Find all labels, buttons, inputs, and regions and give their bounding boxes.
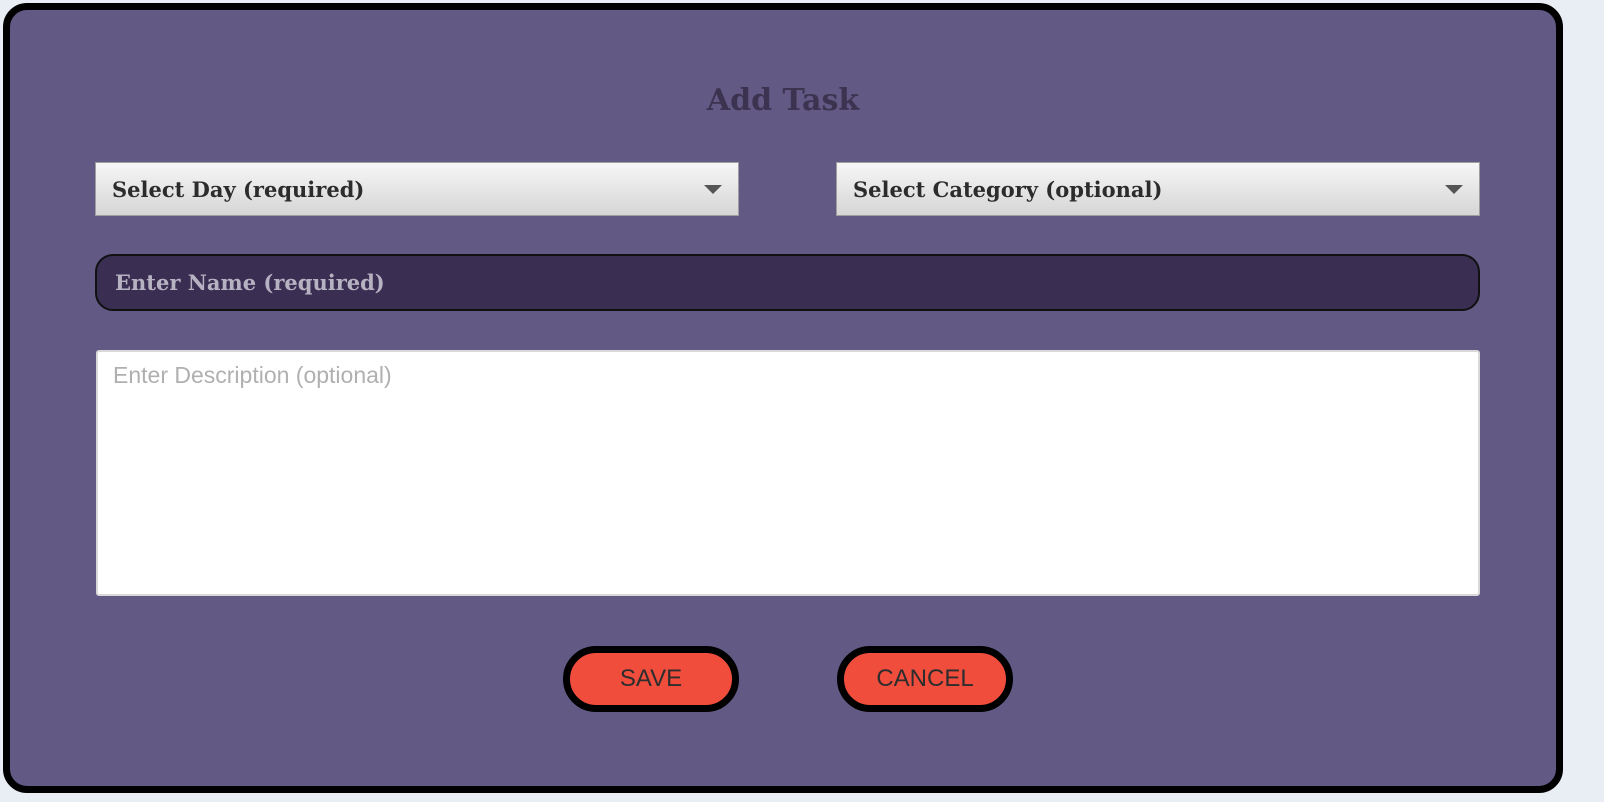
category-select-label: Select Category (optional) [853,177,1163,202]
description-input[interactable] [96,350,1480,596]
dropdown-caret-icon [704,185,722,194]
dialog-title: Add Task [706,83,860,118]
dropdown-caret-icon [1445,185,1463,194]
day-select-label: Select Day (required) [112,177,365,202]
save-button[interactable]: SAVE [563,646,739,712]
name-input[interactable] [95,254,1480,311]
day-select[interactable]: Select Day (required) [95,162,739,216]
category-select[interactable]: Select Category (optional) [836,162,1480,216]
add-task-dialog: Add Task Select Day (required) Select Ca… [3,3,1563,793]
cancel-button[interactable]: CANCEL [837,646,1013,712]
